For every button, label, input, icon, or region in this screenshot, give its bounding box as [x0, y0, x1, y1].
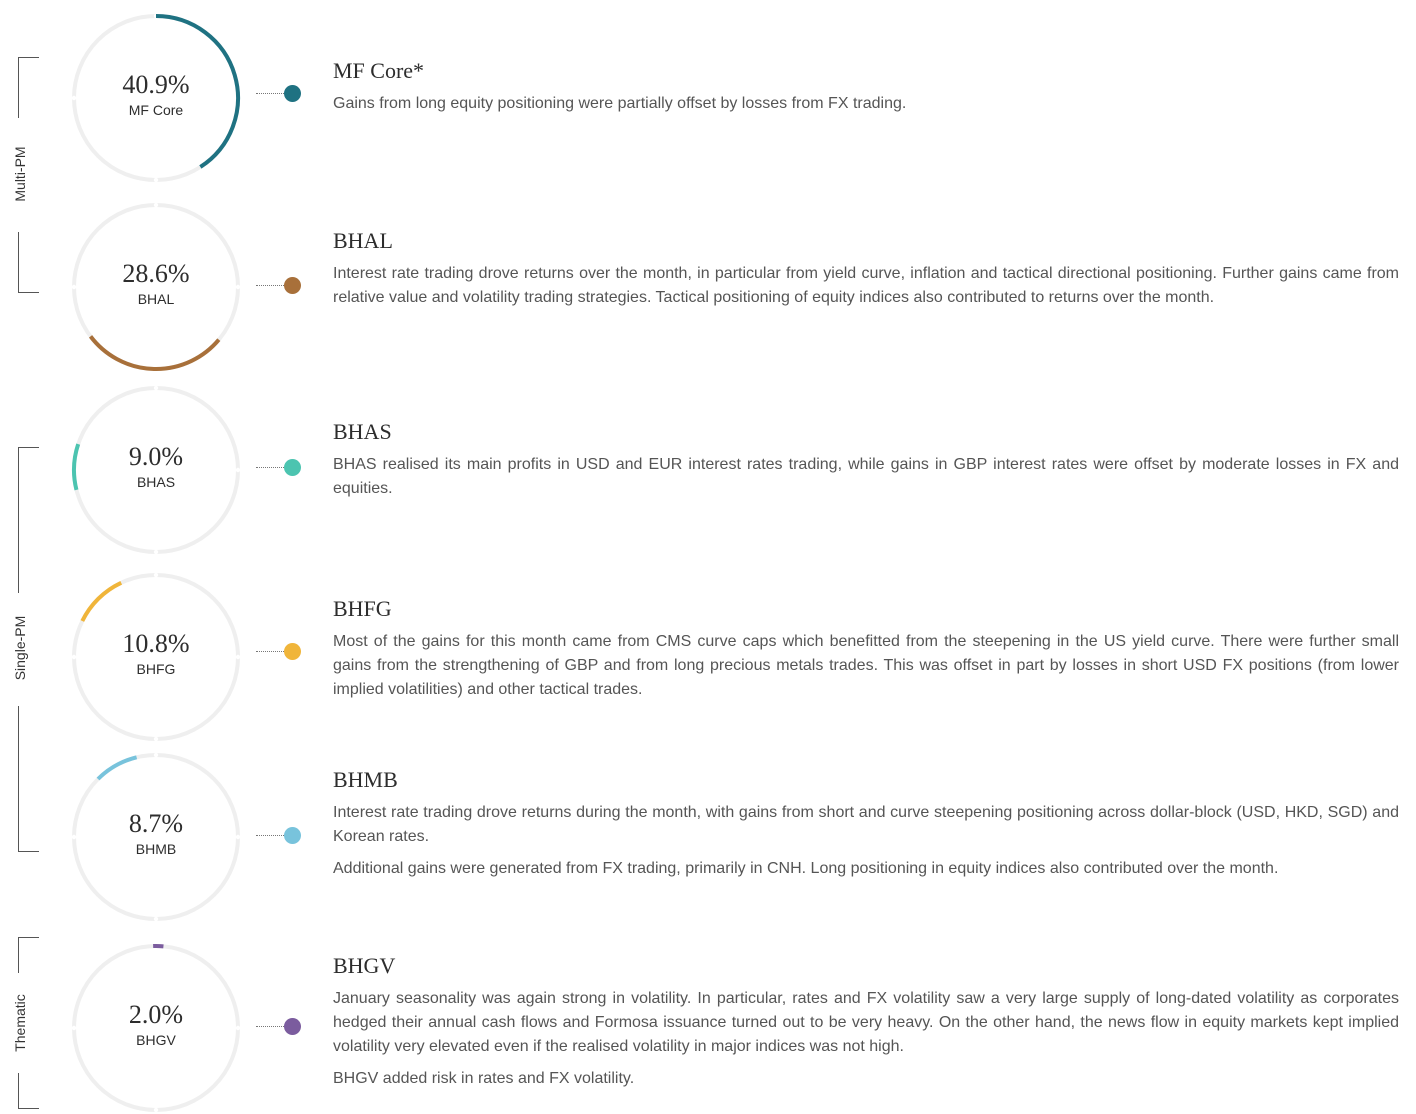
legend-dot-bhmb: [284, 827, 301, 844]
ring-bhmb: 8.7% BHMB: [70, 751, 242, 923]
value-arc-bhal: [91, 336, 219, 369]
group-bracket-single-pm-bottom: [18, 706, 39, 852]
fund-name-bhas: BHAS: [70, 474, 242, 490]
entry-title-bhas: BHAS: [333, 419, 1399, 445]
connector-line: [256, 835, 284, 836]
fund-name-bhmb: BHMB: [70, 841, 242, 857]
entry-title-bhgv: BHGV: [333, 953, 1399, 979]
entry-bhfg: BHFG Most of the gains for this month cam…: [333, 596, 1399, 710]
value-label-bhgv: 2.0%: [70, 1000, 242, 1030]
legend-dot-bhfg: [284, 643, 301, 660]
ring-bhas: 9.0% BHAS: [70, 384, 242, 556]
entry-paragraph: Gains from long equity positioning were …: [333, 92, 1399, 116]
value-label-bhfg: 10.8%: [70, 629, 242, 659]
entry-paragraph: January seasonality was again strong in …: [333, 987, 1399, 1059]
ring-tick: [154, 1108, 158, 1112]
ring-bhgv: 2.0% BHGV: [70, 942, 242, 1114]
entry-title-bhmb: BHMB: [333, 767, 1399, 793]
entry-mf-core: MF Core* Gains from long equity positioni…: [333, 58, 1399, 124]
ring-bhal: 28.6% BHAL: [70, 201, 242, 373]
fund-name-bhal: BHAL: [70, 291, 242, 307]
ring-tick: [154, 753, 158, 757]
entry-bhmb: BHMB Interest rate trading drove returns …: [333, 767, 1399, 889]
connector-line: [256, 93, 284, 94]
ring-tick: [154, 178, 158, 182]
connector-line: [256, 467, 284, 468]
value-label-bhal: 28.6%: [70, 259, 242, 289]
entry-paragraph: BHGV added risk in rates and FX volatili…: [333, 1067, 1399, 1091]
entry-bhal: BHAL Interest rate trading drove returns …: [333, 228, 1399, 318]
fund-name-mf-core: MF Core: [70, 102, 242, 118]
value-label-bhmb: 8.7%: [70, 809, 242, 839]
ring-bhfg: 10.8% BHFG: [70, 571, 242, 743]
entry-paragraph: BHAS realised its main profits in USD an…: [333, 453, 1399, 501]
group-bracket-multi-pm-bottom: [18, 232, 39, 293]
ring-tick: [154, 386, 158, 390]
group-bracket-multi-pm-top: [18, 57, 39, 118]
entry-paragraph: Additional gains were generated from FX …: [333, 857, 1399, 881]
connector-line: [256, 1026, 284, 1027]
connector-line: [256, 285, 284, 286]
value-label-mf-core: 40.9%: [70, 70, 242, 100]
group-label-single-pm: Single-PM: [12, 588, 28, 708]
connector-line: [256, 651, 284, 652]
ring-tick: [154, 917, 158, 921]
entry-bhgv: BHGV January seasonality was again strong…: [333, 953, 1399, 1099]
ring-tick: [154, 550, 158, 554]
ring-tick: [154, 203, 158, 207]
entry-title-bhfg: BHFG: [333, 596, 1399, 622]
entry-title-bhal: BHAL: [333, 228, 1399, 254]
group-label-thematic: Thematic: [12, 963, 28, 1083]
group-label-multi-pm: Multi-PM: [12, 114, 28, 234]
entry-paragraph: Interest rate trading drove returns duri…: [333, 801, 1399, 849]
ring-tick: [154, 737, 158, 741]
legend-dot-bhas: [284, 459, 301, 476]
entry-title-mf-core: MF Core*: [333, 58, 1399, 84]
entry-paragraph: Interest rate trading drove returns over…: [333, 262, 1399, 310]
value-label-bhas: 9.0%: [70, 442, 242, 472]
legend-dot-mf-core: [284, 85, 301, 102]
value-arc-bhfg: [82, 583, 121, 621]
group-bracket-single-pm-top: [18, 447, 39, 593]
fund-name-bhgv: BHGV: [70, 1032, 242, 1048]
legend-dot-bhgv: [284, 1018, 301, 1035]
fund-name-bhfg: BHFG: [70, 661, 242, 677]
value-arc-bhmb: [98, 757, 137, 779]
entry-paragraph: Most of the gains for this month came fr…: [333, 630, 1399, 702]
entry-bhas: BHAS BHAS realised its main profits in US…: [333, 419, 1399, 509]
ring-tick: [154, 573, 158, 577]
legend-dot-bhal: [284, 277, 301, 294]
ring-mf-core: 40.9% MF Core: [70, 12, 242, 184]
